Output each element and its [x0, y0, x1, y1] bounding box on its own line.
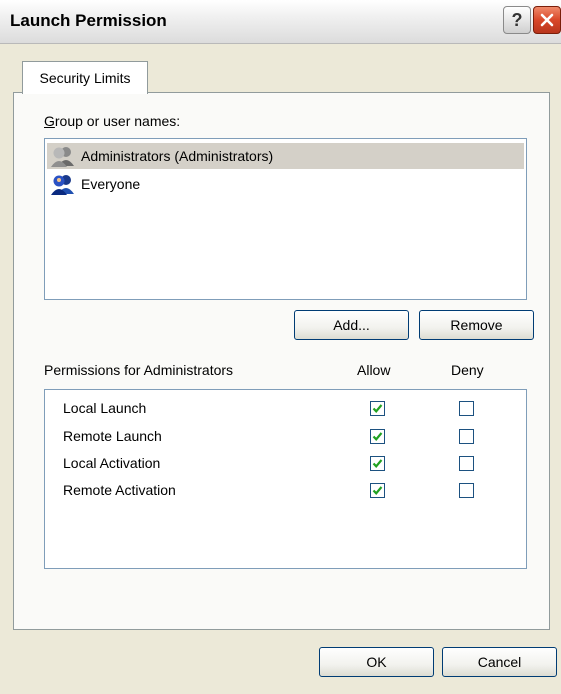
permissions-list: Local Launch Remote Launch Local Activat…: [44, 389, 527, 569]
permission-name: Local Launch: [63, 400, 147, 416]
deny-column-header: Deny: [451, 362, 484, 378]
title-bar: Launch Permission ?: [0, 0, 561, 44]
checkmark-icon: [372, 459, 383, 468]
allow-column-header: Allow: [357, 362, 391, 378]
permission-row-remote-activation: Remote Activation: [45, 479, 526, 503]
close-icon: [540, 13, 554, 27]
checkmark-icon: [372, 404, 383, 413]
add-button[interactable]: Add...: [294, 310, 409, 340]
remove-button[interactable]: Remove: [419, 310, 534, 340]
group-names-label: Group or user names:: [44, 113, 180, 129]
deny-checkbox-local-activation[interactable]: [459, 456, 474, 471]
tab-security-limits[interactable]: Security Limits: [22, 61, 148, 94]
ok-button[interactable]: OK: [319, 647, 434, 677]
permission-row-remote-launch: Remote Launch: [45, 425, 526, 449]
user-name: Everyone: [81, 176, 141, 192]
allow-checkbox-remote-launch[interactable]: [370, 429, 385, 444]
cancel-button-label: Cancel: [477, 654, 522, 670]
window-title: Launch Permission: [10, 11, 167, 30]
permission-row-local-activation: Local Activation: [45, 452, 526, 476]
user-name: Administrators (Administrators): [81, 148, 274, 164]
allow-checkbox-local-launch[interactable]: [370, 401, 385, 416]
list-item-administrators[interactable]: Administrators (Administrators): [47, 143, 524, 169]
ok-button-label: OK: [366, 654, 387, 670]
remove-button-label: Remove: [450, 317, 503, 333]
permission-row-local-launch: Local Launch: [45, 397, 526, 421]
deny-checkbox-remote-activation[interactable]: [459, 483, 474, 498]
checkmark-icon: [372, 432, 383, 441]
permissions-label: Permissions for Administrators: [44, 362, 234, 378]
list-item-everyone[interactable]: Everyone: [47, 171, 524, 197]
allow-checkbox-local-activation[interactable]: [370, 456, 385, 471]
add-button-label: Add...: [333, 317, 370, 333]
close-button[interactable]: [533, 6, 561, 34]
users-group-icon: [51, 145, 75, 167]
allow-checkbox-remote-activation[interactable]: [370, 483, 385, 498]
permission-name: Remote Activation: [63, 482, 176, 498]
permission-name: Local Activation: [63, 455, 161, 471]
users-group-icon: [51, 173, 75, 195]
group-label-access-key: G: [44, 113, 55, 129]
group-label-rest: roup or user names:: [54, 113, 181, 129]
cancel-button[interactable]: Cancel: [442, 647, 557, 677]
user-list[interactable]: Administrators (Administrators) Everyone: [44, 138, 527, 300]
permission-name: Remote Launch: [63, 428, 162, 444]
deny-checkbox-local-launch[interactable]: [459, 401, 474, 416]
deny-checkbox-remote-launch[interactable]: [459, 429, 474, 444]
help-button[interactable]: ?: [503, 6, 531, 34]
checkmark-icon: [372, 486, 383, 495]
